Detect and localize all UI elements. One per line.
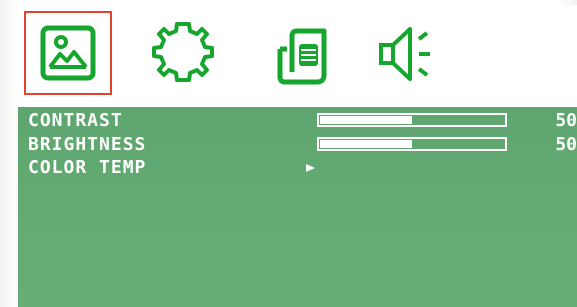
contrast-value: 50 [555, 110, 577, 131]
contrast-row[interactable]: CONTRAST 50 [18, 112, 577, 134]
brightness-row[interactable]: BRIGHTNESS 50 [18, 136, 577, 158]
settings-panel: CONTRAST 50 BRIGHTNESS 50 COLOR TEMP [18, 107, 577, 307]
document-icon [277, 28, 327, 85]
submenu-arrow-icon[interactable] [306, 164, 315, 172]
speaker-icon [379, 27, 430, 81]
contrast-slider[interactable] [317, 113, 507, 127]
tab-picture[interactable] [24, 11, 112, 95]
monitor-osd-screen: CONTRAST 50 BRIGHTNESS 50 COLOR TEMP [0, 0, 577, 307]
picture-icon [40, 25, 96, 81]
contrast-slider-fill [320, 116, 412, 124]
brightness-value: 50 [555, 134, 577, 155]
color-temp-row[interactable]: COLOR TEMP [18, 159, 577, 181]
contrast-label: CONTRAST [28, 110, 123, 131]
brightness-label: BRIGHTNESS [28, 134, 147, 155]
menu-tab-bar [18, 5, 577, 107]
tab-audio[interactable] [368, 11, 456, 95]
osd-menu: CONTRAST 50 BRIGHTNESS 50 COLOR TEMP [18, 5, 577, 307]
tab-settings[interactable] [139, 11, 227, 95]
gear-icon [152, 22, 214, 82]
color-temp-label: COLOR TEMP [28, 157, 147, 178]
brightness-slider[interactable] [317, 137, 507, 151]
brightness-slider-fill [320, 140, 412, 148]
tab-information[interactable] [256, 11, 344, 95]
